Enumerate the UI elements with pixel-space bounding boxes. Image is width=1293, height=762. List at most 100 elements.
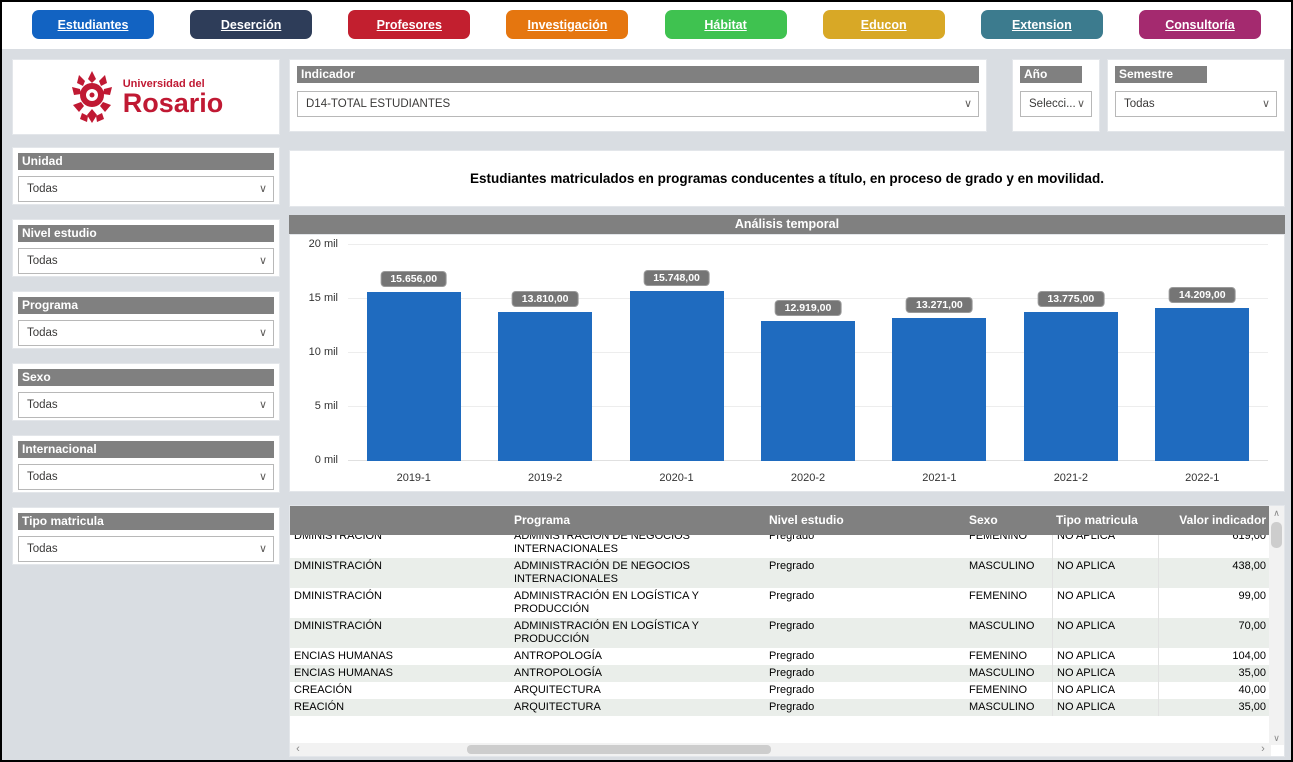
slicer-dropdown-value: Todas bbox=[27, 183, 58, 195]
table-header-cell[interactable] bbox=[290, 519, 510, 523]
table-cell: ADMINISTRACIÓN EN LOGÍSTICA Y PRODUCCIÓN bbox=[510, 588, 765, 618]
bar-group-2020-2: 12.919,002020-2 bbox=[742, 247, 873, 491]
table-cell: 35,00 bbox=[1158, 665, 1271, 682]
slicer-unidad: UnidadTodas∨ bbox=[12, 147, 280, 205]
table-cell: FEMENINO bbox=[965, 535, 1052, 558]
table-cell: ARQUITECTURA bbox=[510, 682, 765, 699]
vertical-scroll-thumb[interactable] bbox=[1271, 522, 1282, 548]
table-row[interactable]: ENCIAS HUMANASANTROPOLOGÍAPregradoMASCUL… bbox=[290, 665, 1271, 682]
table-horizontal-scrollbar[interactable]: ‹ › bbox=[290, 743, 1271, 756]
table-cell: ADMINISTRACIÓN DE NEGOCIOS INTERNACIONAL… bbox=[510, 535, 765, 558]
semestre-dropdown[interactable]: Todas ∨ bbox=[1115, 91, 1277, 117]
table-row[interactable]: DMINISTRACIÓNADMINISTRACIÓN DE NEGOCIOS … bbox=[290, 535, 1271, 558]
table-vertical-scrollbar[interactable]: ∧ ∨ bbox=[1269, 506, 1284, 745]
bar-2020-2[interactable] bbox=[761, 321, 855, 461]
nav-button-educon[interactable]: Educon bbox=[823, 10, 945, 39]
detail-table: ProgramaNivel estudioSexoTipo matriculaV… bbox=[289, 505, 1285, 757]
table-cell: ENCIAS HUMANAS bbox=[290, 648, 510, 665]
slicer-title: Programa bbox=[18, 297, 274, 314]
scroll-left-icon[interactable]: ‹ bbox=[290, 743, 306, 756]
table-cell: DMINISTRACIÓN bbox=[290, 588, 510, 618]
bar-data-label: 15.656,00 bbox=[380, 271, 447, 287]
slicer-dropdown-nivel-estudio[interactable]: Todas∨ bbox=[18, 248, 274, 274]
bar-data-label: 13.271,00 bbox=[906, 297, 973, 313]
semestre-slicer-title: Semestre bbox=[1115, 66, 1207, 83]
slicer-dropdown-tipo-matricula[interactable]: Todas∨ bbox=[18, 536, 274, 562]
table-row[interactable]: ENCIAS HUMANASANTROPOLOGÍAPregradoFEMENI… bbox=[290, 648, 1271, 665]
nav-button-estudiantes[interactable]: Estudiantes bbox=[32, 10, 154, 39]
table-cell: 619,00 bbox=[1158, 535, 1271, 558]
bar-data-label: 13.775,00 bbox=[1037, 291, 1104, 307]
bar-2019-2[interactable] bbox=[498, 312, 592, 461]
slicer-programa: Programa Todas∨ bbox=[12, 291, 280, 349]
slicer-tipo-matricula: Tipo matriculaTodas∨ bbox=[12, 507, 280, 565]
slicer-dropdown-value: Todas bbox=[27, 471, 58, 483]
chart-title: Análisis temporal bbox=[289, 215, 1285, 234]
table-header-cell[interactable]: Nivel estudio bbox=[765, 512, 965, 529]
slicer-dropdown-programa[interactable]: Todas∨ bbox=[18, 320, 274, 346]
ano-dropdown[interactable]: Selecci... ∨ bbox=[1020, 91, 1092, 117]
table-cell: ENCIAS HUMANAS bbox=[290, 665, 510, 682]
indicator-description: Estudiantes matriculados en programas co… bbox=[470, 171, 1104, 186]
semestre-slicer: Semestre Todas ∨ bbox=[1107, 59, 1285, 132]
scroll-right-icon[interactable]: › bbox=[1255, 743, 1271, 756]
bar-2020-1[interactable] bbox=[630, 291, 724, 461]
slicer-dropdown-unidad[interactable]: Todas ∨ bbox=[18, 176, 274, 202]
bar-2021-1[interactable] bbox=[892, 318, 986, 461]
bar-2019-1[interactable] bbox=[367, 292, 461, 461]
table-cell: 99,00 bbox=[1158, 588, 1271, 618]
bar-2021-2[interactable] bbox=[1024, 312, 1118, 461]
bars-container: 15.656,002019-113.810,002019-215.748,002… bbox=[348, 247, 1268, 491]
table-cell: DMINISTRACIÓN bbox=[290, 535, 510, 558]
nav-button-extension[interactable]: Extension bbox=[981, 10, 1103, 39]
nav-button-profesores[interactable]: Profesores bbox=[348, 10, 470, 39]
nav-button-habitat[interactable]: Hábitat bbox=[665, 10, 787, 39]
table-cell: Pregrado bbox=[765, 648, 965, 665]
slicer-title: Nivel estudio bbox=[18, 225, 274, 242]
slicer-dropdown-internacional[interactable]: Todas ∨ bbox=[18, 464, 274, 490]
dashboard-root: Estudiantes Deserción Profesores Investigac… bbox=[0, 0, 1293, 762]
table-cell: MASCULINO bbox=[965, 699, 1052, 716]
indicador-dropdown-value: D14-TOTAL ESTUDIANTES bbox=[306, 98, 450, 110]
university-logo: Universidad del Rosario bbox=[12, 59, 280, 135]
nav-button-investigacion[interactable]: Investigación bbox=[506, 10, 628, 39]
chevron-down-icon: ∨ bbox=[259, 177, 267, 201]
table-row[interactable]: REACIÓNARQUITECTURAPregradoMASCULINONO A… bbox=[290, 699, 1271, 716]
slicer-dropdown-sexo[interactable]: Todas∨ bbox=[18, 392, 274, 418]
semestre-dropdown-value: Todas bbox=[1124, 98, 1155, 110]
y-axis-tick-label: 0 mil bbox=[315, 454, 348, 466]
nav-button-consultoria[interactable]: Consultoría bbox=[1139, 10, 1261, 39]
table-row[interactable]: DMINISTRACIÓNADMINISTRACIÓN EN LOGÍSTICA… bbox=[290, 618, 1271, 648]
x-axis-category-label: 2021-1 bbox=[874, 472, 1005, 484]
x-axis-category-label: 2022-1 bbox=[1137, 472, 1268, 484]
slicer-dropdown-value: Todas bbox=[27, 255, 58, 267]
table-header-cell[interactable]: Programa bbox=[510, 512, 765, 529]
bar-2022-1[interactable] bbox=[1155, 308, 1249, 461]
chevron-down-icon: ∨ bbox=[259, 465, 267, 489]
scroll-down-icon[interactable]: ∨ bbox=[1269, 731, 1284, 745]
table-header-cell[interactable]: Valor indicador bbox=[1158, 512, 1271, 529]
nav-button-desercion[interactable]: Deserción bbox=[190, 10, 312, 39]
indicador-slicer-title: Indicador bbox=[297, 66, 979, 83]
bar-group-2021-2: 13.775,00 2021-2 bbox=[1005, 247, 1136, 491]
horizontal-scroll-thumb[interactable] bbox=[467, 745, 771, 754]
table-header-cell[interactable]: Tipo matricula bbox=[1052, 512, 1158, 529]
scroll-up-icon[interactable]: ∧ bbox=[1269, 506, 1284, 520]
bar-data-label: 13.810,00 bbox=[512, 291, 579, 307]
indicador-dropdown[interactable]: D14-TOTAL ESTUDIANTES ∨ bbox=[297, 91, 979, 117]
bar-group-2019-2: 13.810,002019-2 bbox=[479, 247, 610, 491]
bar-group-2022-1: 14.209,002022-1 bbox=[1137, 247, 1268, 491]
table-cell: 438,00 bbox=[1158, 558, 1271, 588]
table-cell: DMINISTRACIÓN bbox=[290, 618, 510, 648]
x-axis-category-label: 2021-2 bbox=[1005, 472, 1136, 484]
slicer-dropdown-value: Todas bbox=[27, 543, 58, 555]
table-header-cell[interactable]: Sexo bbox=[965, 512, 1052, 529]
table-cell: MASCULINO bbox=[965, 665, 1052, 682]
chevron-down-icon: ∨ bbox=[1262, 92, 1270, 116]
table-row[interactable]: CREACIÓNARQUITECTURAPregradoFEMENINONO A… bbox=[290, 682, 1271, 699]
logo-text-large: Rosario bbox=[123, 90, 224, 116]
slicer-sexo: SexoTodas∨ bbox=[12, 363, 280, 421]
table-row[interactable]: DMINISTRACIÓNADMINISTRACIÓN DE NEGOCIOS … bbox=[290, 558, 1271, 588]
table-body: DMINISTRACIÓNADMINISTRACIÓN DE NEGOCIOS … bbox=[290, 535, 1284, 725]
table-row[interactable]: DMINISTRACIÓNADMINISTRACIÓN EN LOGÍSTICA… bbox=[290, 588, 1271, 618]
